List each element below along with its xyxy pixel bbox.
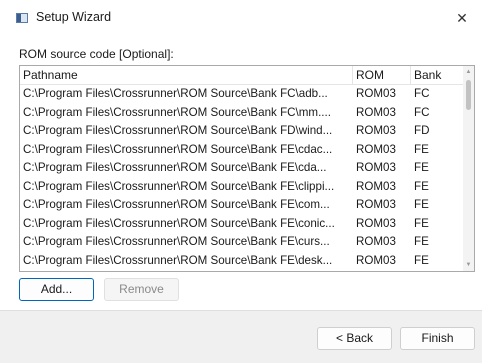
- list-row[interactable]: C:\Program Files\Crossrunner\ROM Source\…: [20, 178, 464, 197]
- row-pathname: C:\Program Files\Crossrunner\ROM Source\…: [23, 105, 331, 119]
- row-pathname: C:\Program Files\Crossrunner\ROM Source\…: [23, 124, 333, 137]
- row-bank: FE: [414, 253, 429, 267]
- row-rom: ROM03: [356, 87, 396, 100]
- row-rom: ROM03: [356, 253, 396, 267]
- add-button[interactable]: Add...: [19, 278, 94, 301]
- row-bank: FC: [414, 105, 430, 119]
- list-row[interactable]: C:\Program Files\Crossrunner\ROM Source\…: [20, 122, 464, 141]
- row-rom: ROM03: [356, 142, 396, 156]
- row-bank: FE: [414, 216, 429, 230]
- row-bank: FE: [414, 235, 429, 248]
- list-row[interactable]: C:\Program Files\Crossrunner\ROM Source\…: [20, 104, 464, 123]
- list-row[interactable]: C:\Program Files\Crossrunner\ROM Source\…: [20, 252, 464, 271]
- row-pathname: C:\Program Files\Crossrunner\ROM Source\…: [23, 235, 330, 248]
- list-row[interactable]: C:\Program Files\Crossrunner\ROM Source\…: [20, 196, 464, 215]
- list-row[interactable]: C:\Program Files\Crossrunner\ROM Source\…: [20, 159, 464, 178]
- row-rom: ROM03: [356, 179, 396, 193]
- title-bar: Setup Wizard ✕: [0, 0, 482, 36]
- column-header-rom[interactable]: ROM: [353, 66, 411, 84]
- row-rom: ROM03: [356, 105, 396, 119]
- scrollbar-thumb[interactable]: [466, 80, 471, 110]
- column-header-bank[interactable]: Bank: [411, 66, 464, 84]
- row-bank: FE: [414, 161, 429, 174]
- row-pathname: C:\Program Files\Crossrunner\ROM Source\…: [23, 161, 327, 174]
- row-pathname: C:\Program Files\Crossrunner\ROM Source\…: [23, 142, 333, 156]
- rom-source-list[interactable]: Pathname ROM Bank C:\Program Files\Cross…: [19, 65, 475, 272]
- vertical-scrollbar[interactable]: ▲ ▼: [463, 66, 474, 271]
- list-row[interactable]: C:\Program Files\Crossrunner\ROM Source\…: [20, 233, 464, 252]
- scroll-down-arrow-icon[interactable]: ▼: [463, 259, 474, 271]
- remove-button[interactable]: Remove: [104, 278, 179, 301]
- row-pathname: C:\Program Files\Crossrunner\ROM Source\…: [23, 179, 335, 193]
- finish-button[interactable]: Finish: [400, 327, 475, 350]
- row-bank: FE: [414, 142, 429, 156]
- row-pathname: C:\Program Files\Crossrunner\ROM Source\…: [23, 87, 328, 100]
- row-rom: ROM03: [356, 216, 396, 230]
- app-window-icon: [16, 13, 28, 23]
- list-header: Pathname ROM Bank: [20, 66, 464, 85]
- row-bank: FE: [414, 179, 429, 193]
- row-pathname: C:\Program Files\Crossrunner\ROM Source\…: [23, 216, 335, 230]
- row-rom: ROM03: [356, 161, 396, 174]
- list-row[interactable]: C:\Program Files\Crossrunner\ROM Source\…: [20, 141, 464, 160]
- row-bank: FD: [414, 124, 430, 137]
- back-button[interactable]: < Back: [317, 327, 392, 350]
- window-title: Setup Wizard: [36, 10, 112, 24]
- row-pathname: C:\Program Files\Crossrunner\ROM Source\…: [23, 253, 333, 267]
- list-row[interactable]: C:\Program Files\Crossrunner\ROM Source\…: [20, 215, 464, 234]
- row-bank: FC: [414, 87, 430, 100]
- row-rom: ROM03: [356, 124, 396, 137]
- row-pathname: C:\Program Files\Crossrunner\ROM Source\…: [23, 198, 330, 211]
- list-row[interactable]: C:\Program Files\Crossrunner\ROM Source\…: [20, 85, 464, 104]
- row-bank: FE: [414, 198, 429, 211]
- column-header-pathname[interactable]: Pathname: [20, 66, 353, 84]
- row-rom: ROM03: [356, 235, 396, 248]
- close-icon[interactable]: ✕: [450, 6, 474, 30]
- scroll-up-arrow-icon[interactable]: ▲: [463, 66, 474, 78]
- row-rom: ROM03: [356, 198, 396, 211]
- list-rows: C:\Program Files\Crossrunner\ROM Source\…: [20, 85, 464, 270]
- rom-source-label: ROM source code [Optional]:: [19, 47, 174, 61]
